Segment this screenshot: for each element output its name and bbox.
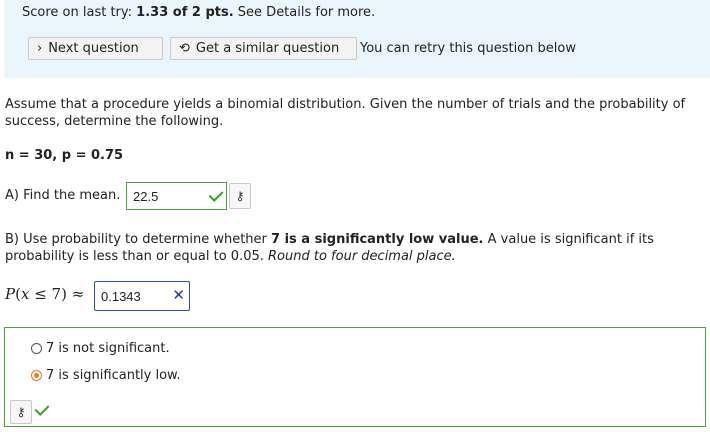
- part-b-instruction: Round to four decimal place.: [268, 249, 456, 264]
- refresh-icon: ⟲: [179, 41, 190, 56]
- probability-answer-value: 0.1343: [101, 289, 141, 304]
- option-significantly-low[interactable]: 7 is significantly low.: [31, 368, 181, 383]
- score-suffix: See Details for more.: [237, 5, 376, 20]
- question-intro: Assume that a procedure yields a binomia…: [5, 97, 686, 129]
- prob-p: P: [5, 285, 16, 303]
- option-not-significant-label: 7 is not significant.: [46, 341, 170, 356]
- part-b-bold: 7 is a significantly low value.: [271, 232, 484, 247]
- mean-answer-value: 22.5: [133, 189, 159, 204]
- key-icon[interactable]: ⚷: [229, 183, 251, 209]
- checkmark-icon: [208, 187, 224, 202]
- score-prefix: Score on last try:: [22, 5, 133, 20]
- mean-answer-field[interactable]: 22.5: [126, 182, 227, 210]
- next-question-button[interactable]: › Next question: [28, 37, 163, 60]
- question-params: n = 30, p = 0.75: [5, 148, 124, 163]
- significance-options-panel: 7 is not significant. 7 is significantly…: [4, 327, 706, 427]
- key-icon[interactable]: ⚷: [10, 400, 32, 424]
- similar-question-label: Get a similar question: [195, 41, 340, 56]
- prob-rest: ≤ 7) ≈: [29, 285, 85, 303]
- score-value: 1.33 of 2 pts.: [136, 5, 234, 20]
- probability-answer-field[interactable]: 0.1343 ✕: [94, 281, 190, 311]
- part-b-prefix: B) Use probability to determine whether: [5, 232, 267, 247]
- score-banner: Score on last try: 1.33 of 2 pts. See De…: [4, 0, 710, 78]
- radio-significantly-low[interactable]: [31, 370, 42, 381]
- part-b-text: B) Use probability to determine whether …: [5, 231, 695, 265]
- checkmark-icon: [34, 401, 50, 416]
- next-question-label: Next question: [48, 41, 139, 56]
- x-icon: ✕: [172, 286, 185, 304]
- score-summary: Score on last try: 1.33 of 2 pts. See De…: [22, 5, 375, 20]
- similar-question-button[interactable]: ⟲ Get a similar question: [170, 37, 357, 60]
- option-not-significant[interactable]: 7 is not significant.: [31, 341, 170, 356]
- retry-note: You can retry this question below: [360, 41, 576, 56]
- radio-not-significant[interactable]: [31, 343, 42, 354]
- part-a-label: A) Find the mean.: [5, 188, 121, 203]
- probability-expression: P(x ≤ 7) ≈: [5, 285, 84, 303]
- option-significantly-low-label: 7 is significantly low.: [46, 368, 181, 383]
- chevron-right-icon: ›: [37, 41, 43, 56]
